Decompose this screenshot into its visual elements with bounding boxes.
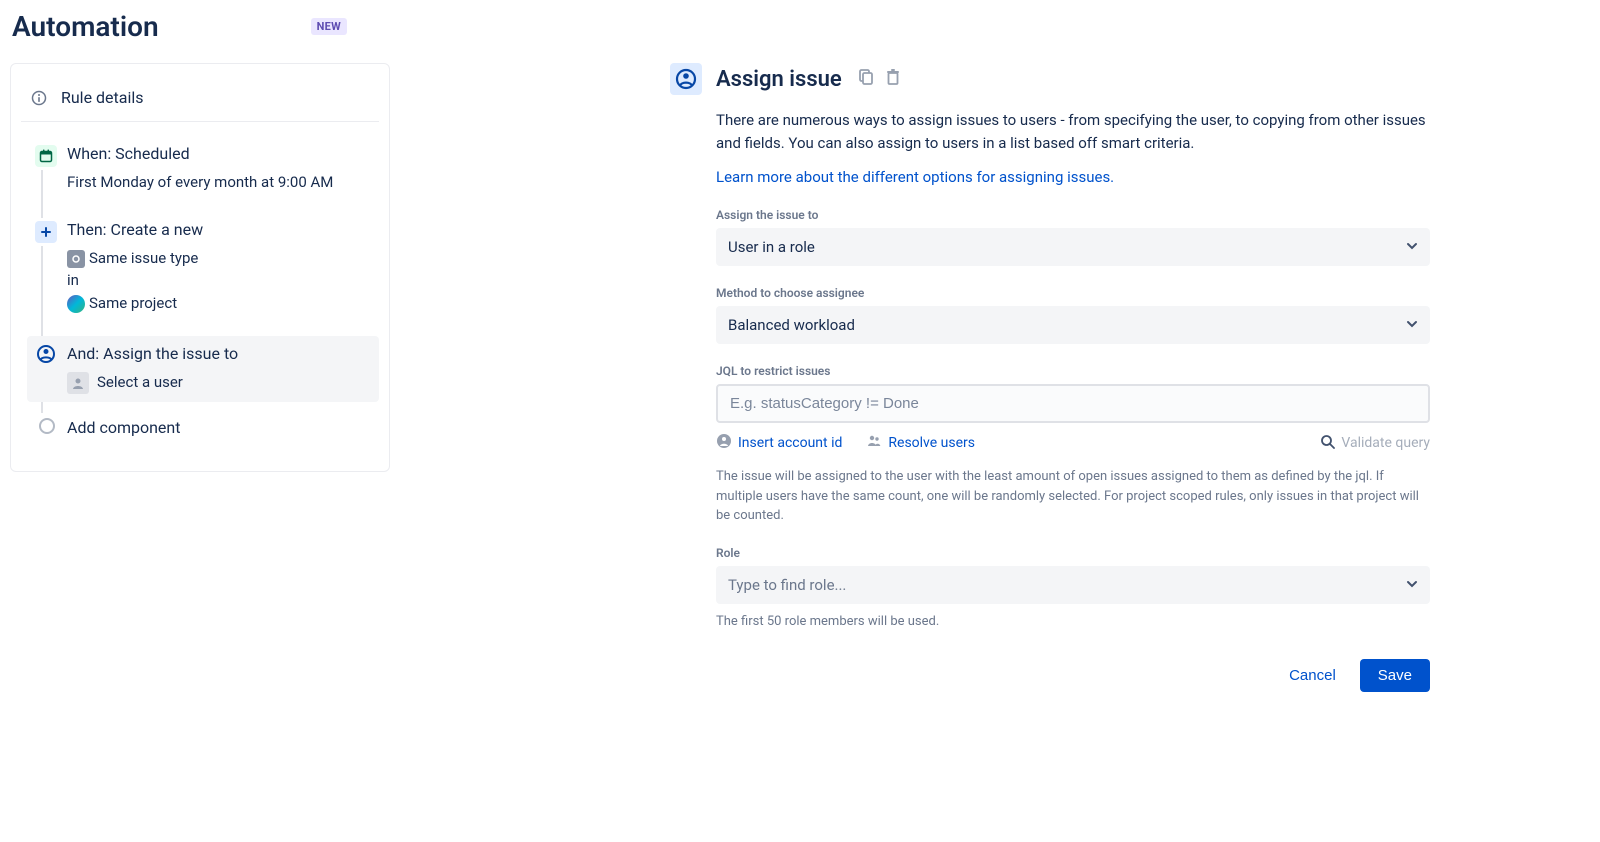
jql-input[interactable] [716,384,1430,423]
new-badge: NEW [311,18,347,35]
resolve-users-label: Resolve users [888,435,975,451]
create-line3: Same project [89,294,177,312]
assign-to-label: Assign the issue to [716,208,1430,222]
panel-title: Assign issue [716,67,842,92]
method-select[interactable]: Balanced workload [716,306,1430,344]
avatar-placeholder-icon [67,372,89,394]
add-component-button[interactable]: Add component [27,414,379,441]
role-select[interactable]: Type to find role... [716,566,1430,604]
panel-description: There are numerous ways to assign issues… [716,109,1430,154]
add-circle-icon [39,418,55,434]
page-title: Automation [12,10,159,43]
copy-icon[interactable] [856,68,874,90]
validate-query-label: Validate query [1341,435,1430,451]
users-icon [866,433,882,453]
create-line1: Same issue type [89,249,198,267]
chevron-down-icon [1406,576,1418,594]
resolve-users-link[interactable]: Resolve users [866,433,975,453]
method-value: Balanced workload [728,316,855,334]
assign-to-select[interactable]: User in a role [716,228,1430,266]
rule-details-label: Rule details [61,88,144,107]
assign-icon [36,344,56,368]
insert-account-link[interactable]: Insert account id [716,433,842,453]
assign-title: And: Assign the issue to [67,344,371,363]
rule-details-link[interactable]: Rule details [21,82,379,122]
assign-panel-icon [670,63,702,95]
user-circle-icon [716,433,732,453]
create-title: Then: Create a new [67,220,371,239]
method-label: Method to choose assignee [716,286,1430,300]
trigger-title: When: Scheduled [67,144,371,163]
chevron-down-icon [1406,238,1418,256]
validate-query-link[interactable]: Validate query [1320,434,1430,453]
learn-more-link[interactable]: Learn more about the different options f… [716,168,1114,186]
issuetype-icon [67,250,85,268]
jql-help-text: The issue will be assigned to the user w… [716,467,1430,526]
project-icon [67,295,85,313]
trigger-subtitle: First Monday of every month at 9:00 AM [67,171,371,194]
jql-label: JQL to restrict issues [716,364,1430,378]
chevron-down-icon [1406,316,1418,334]
rule-builder-sidebar: Rule details [10,63,390,472]
info-icon [31,90,47,106]
search-icon [1320,434,1335,453]
insert-account-label: Insert account id [738,435,842,451]
assign-subtitle: Select a user [97,373,183,391]
assign-to-value: User in a role [728,238,815,256]
add-component-label: Add component [67,418,180,437]
assign-issue-panel: Assign issue [670,63,1430,692]
plus-icon [35,221,57,243]
step-trigger[interactable]: When: Scheduled First Monday of every mo… [27,140,379,216]
cancel-button[interactable]: Cancel [1275,659,1350,692]
role-label: Role [716,546,1430,560]
delete-icon[interactable] [884,68,902,90]
step-assign-action[interactable]: And: Assign the issue to Select a user [27,336,379,402]
step-create-action[interactable]: Then: Create a new Same issue type in Sa… [27,216,379,337]
save-button[interactable]: Save [1360,659,1430,692]
role-help-text: The first 50 role members will be used. [716,612,1430,632]
role-placeholder: Type to find role... [728,576,846,594]
calendar-icon [35,145,57,167]
create-line2: in [67,271,79,289]
